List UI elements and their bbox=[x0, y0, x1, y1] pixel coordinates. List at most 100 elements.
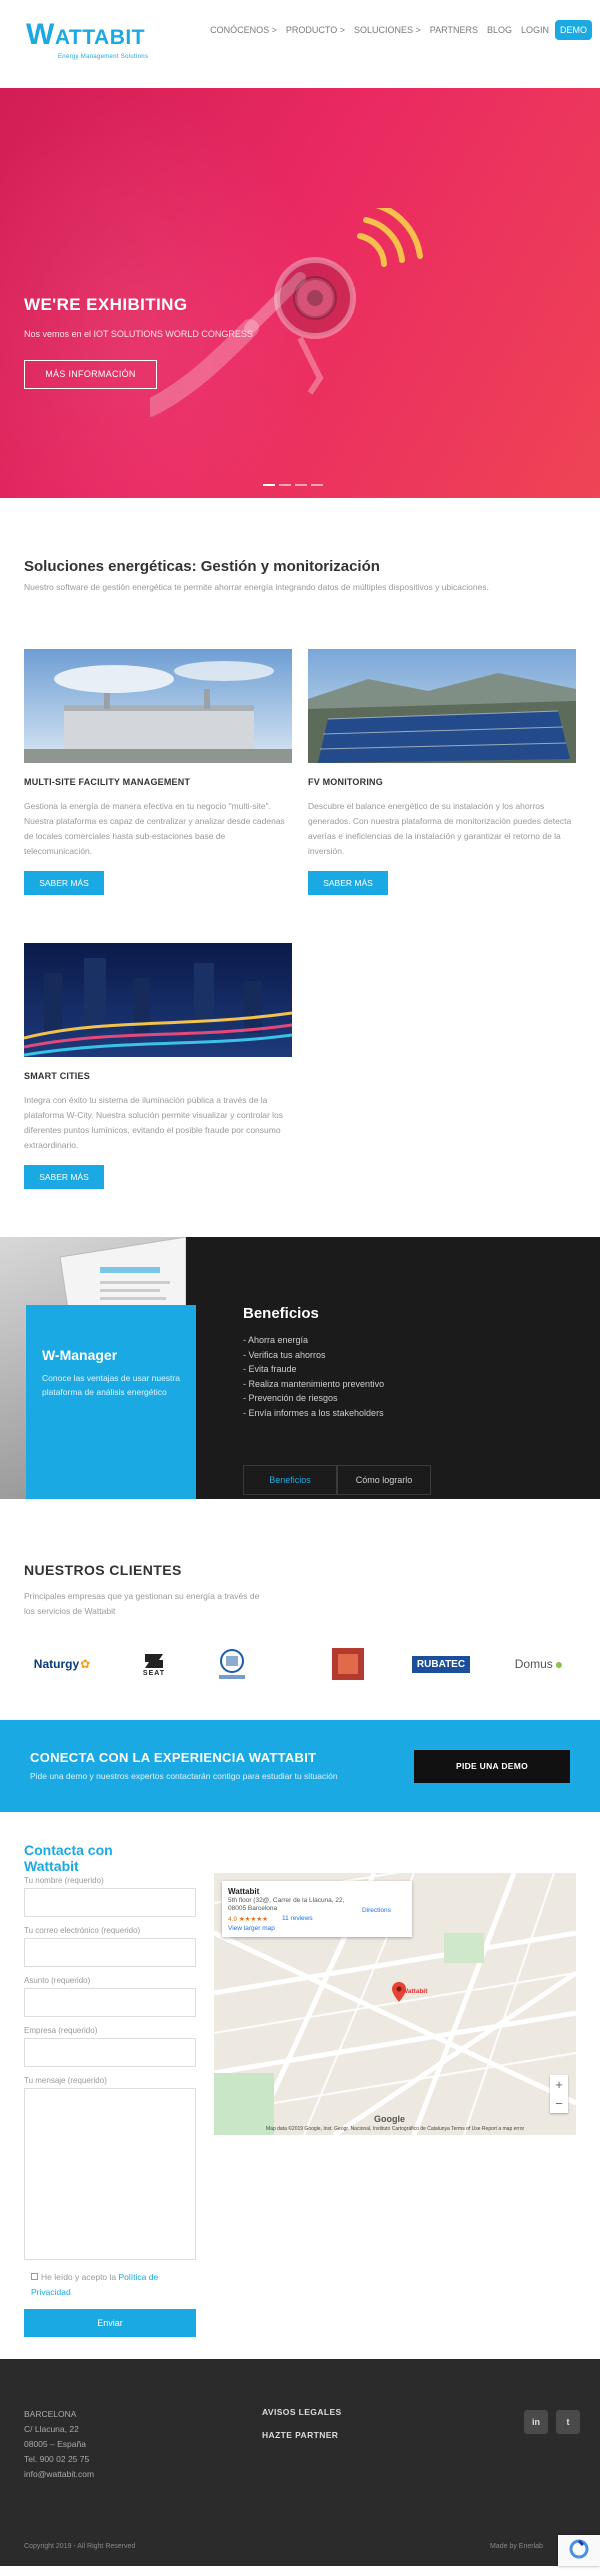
benefit-item: - Envía informes a los stakeholders bbox=[243, 1407, 384, 1418]
slider-dot-3[interactable] bbox=[295, 484, 307, 486]
slider-dots bbox=[263, 484, 327, 486]
nav-soluciones[interactable]: SOLUCIONES > bbox=[354, 25, 421, 35]
contact-title: Contacta con Wattabit bbox=[24, 1842, 113, 1874]
map-rating: 4.9 ★★★★★ bbox=[228, 1916, 268, 1923]
naturgy-leaf-icon: ✿ bbox=[80, 1657, 91, 1671]
made-by-text: Made by Enerlab bbox=[490, 2543, 543, 2550]
request-demo-button[interactable]: PIDE UNA DEMO bbox=[414, 1750, 570, 1783]
benefit-item: - Evita fraude bbox=[243, 1364, 297, 1374]
slider-dot-2[interactable] bbox=[279, 484, 291, 486]
solutions-title: Soluciones energéticas: Gestión y monito… bbox=[24, 558, 380, 575]
wattabit-logo[interactable]: WATTABIT Energy Management Solutions bbox=[26, 18, 148, 61]
logo-rest: ATTABIT bbox=[54, 26, 146, 49]
seat-logo: SEAT bbox=[130, 1644, 178, 1684]
hero-slider: WE'RE EXHIBITING Nos vemos en el IOT SOL… bbox=[0, 88, 600, 498]
zoom-in-button[interactable]: + bbox=[550, 2075, 568, 2094]
consent-text: He leído y acepto la bbox=[41, 2272, 117, 2282]
logo-initial: W bbox=[26, 18, 55, 51]
zoom-out-button[interactable]: − bbox=[550, 2094, 568, 2113]
wmanager-section: W-Manager Conoce las ventajas de usar nu… bbox=[0, 1237, 600, 1499]
smartcities-text: Integra con éxito tu sistema de iluminac… bbox=[24, 1095, 284, 1150]
footer-postcode: 08005 – España bbox=[24, 2439, 86, 2449]
clients-title: NUESTROS CLIENTES bbox=[24, 1562, 182, 1578]
tab-como-lograrlo[interactable]: Cómo lograrlo bbox=[337, 1465, 431, 1495]
smartcities-image bbox=[24, 943, 292, 1057]
wmanager-title: W-Manager bbox=[42, 1347, 118, 1363]
footer-address: BARCELONA C/ Llacuna, 22 08005 – España … bbox=[24, 2407, 94, 2482]
send-button[interactable]: Enviar bbox=[24, 2309, 196, 2337]
hero-subtitle: Nos vemos en el IOT SOLUTIONS WORLD CONG… bbox=[24, 329, 253, 339]
cta-title: CONECTA CON LA EXPERIENCIA WATTABIT bbox=[30, 1750, 317, 1765]
map-reviews-link[interactable]: 11 reviews bbox=[282, 1915, 313, 1922]
map-zoom-controls: + − bbox=[550, 2075, 568, 2113]
email-input[interactable] bbox=[24, 1938, 196, 1967]
recaptcha-badge[interactable] bbox=[558, 2535, 600, 2566]
domus-leaf-icon: ● bbox=[554, 1656, 564, 1672]
domus-logo: Domus ● bbox=[504, 1644, 574, 1684]
company-input[interactable] bbox=[24, 2038, 196, 2067]
red-emblem-logo bbox=[328, 1644, 368, 1684]
client-logos: Naturgy ✿ SEAT RUBATEC Domus ● bbox=[22, 1644, 582, 1684]
nav-partners[interactable]: PARTNERS bbox=[430, 25, 478, 35]
naturgy-logo-text: Naturgy bbox=[33, 1657, 80, 1671]
multisite-title: MULTI-SITE FACILITY MANAGEMENT bbox=[24, 777, 191, 787]
fv-text: Descubre el balance energético de su ins… bbox=[308, 801, 572, 856]
rubatec-logo: RUBATEC bbox=[410, 1644, 472, 1684]
google-logo: Google bbox=[374, 2114, 405, 2124]
map-place-name: Wattabit bbox=[228, 1887, 260, 1896]
nav-login[interactable]: LOGIN bbox=[521, 25, 549, 35]
nav-producto[interactable]: PRODUCTO > bbox=[286, 25, 345, 35]
wmanager-tabs: Beneficios Cómo lograrlo bbox=[243, 1465, 431, 1495]
slider-dot-1[interactable] bbox=[263, 484, 275, 486]
multisite-more-button[interactable]: SABER MÁS bbox=[24, 871, 104, 895]
nav-blog[interactable]: BLOG bbox=[487, 25, 512, 35]
tab-beneficios[interactable]: Beneficios bbox=[243, 1465, 337, 1495]
cta-text: Pide una demo y nuestros expertos contac… bbox=[30, 1771, 338, 1781]
email-label: Tu correo electrónico (requerido) bbox=[24, 1926, 141, 1935]
smartcities-more-button[interactable]: SABER MÁS bbox=[24, 1165, 104, 1189]
legal-notice-link[interactable]: AVISOS LEGALES bbox=[262, 2407, 342, 2417]
become-partner-link[interactable]: HAZTE PARTNER bbox=[262, 2430, 342, 2440]
footer-street: C/ Llacuna, 22 bbox=[24, 2424, 79, 2434]
google-map[interactable]: Wattabit 5th floor (32@, Carrer de la Ll… bbox=[214, 1873, 576, 2135]
rubatec-logo-text: RUBATEC bbox=[411, 1655, 471, 1673]
nav-conocenos[interactable]: CONÓCENOS > bbox=[210, 25, 277, 35]
clients-intro: Principales empresas que ya gestionan su… bbox=[24, 1591, 260, 1616]
demo-button[interactable]: DEMO bbox=[555, 20, 592, 40]
subject-input[interactable] bbox=[24, 1988, 196, 2017]
map-attribution: Map data ©2019 Google, Inst. Geogr. Naci… bbox=[266, 2126, 525, 2132]
solution-card-multisite: MULTI-SITE FACILITY MANAGEMENT Gestiona … bbox=[24, 649, 292, 895]
name-label: Tu nombre (requerido) bbox=[24, 1876, 104, 1885]
main-nav: CONÓCENOS > PRODUCTO > SOLUCIONES > PART… bbox=[201, 20, 592, 40]
benefit-item: - Ahorra energía bbox=[243, 1335, 309, 1345]
privacy-consent: He leído y acepto la Política de Privaci… bbox=[31, 2270, 191, 2300]
fv-more-button[interactable]: SABER MÁS bbox=[308, 871, 388, 895]
copyright-text: Copyright 2019 - All Right Reserved bbox=[24, 2543, 136, 2550]
footer-email[interactable]: info@wattabit.com bbox=[24, 2467, 94, 2482]
wmanager-text: Conoce las ventajas de usar nuestra plat… bbox=[42, 1373, 180, 1397]
twitter-icon[interactable]: t bbox=[556, 2410, 580, 2434]
slider-dot-4[interactable] bbox=[311, 484, 323, 486]
map-place-card: Wattabit 5th floor (32@, Carrer de la Ll… bbox=[222, 1881, 412, 1937]
view-larger-map-link[interactable]: View larger map bbox=[228, 1925, 275, 1932]
hero-more-info-button[interactable]: MÁS INFORMACIÓN bbox=[24, 360, 157, 389]
footer-links: AVISOS LEGALES HAZTE PARTNER bbox=[262, 2407, 342, 2453]
map-directions-link[interactable]: Directions bbox=[362, 1907, 391, 1914]
company-label: Empresa (requerido) bbox=[24, 2026, 98, 2035]
smartcities-title: SMART CITIES bbox=[24, 1071, 90, 1081]
name-input[interactable] bbox=[24, 1888, 196, 1917]
site-footer: BARCELONA C/ Llacuna, 22 08005 – España … bbox=[0, 2359, 600, 2566]
fv-image bbox=[308, 649, 576, 763]
map-place-address: 5th floor (32@, Carrer de la Llacuna, 22… bbox=[228, 1897, 345, 1912]
naturgy-logo: Naturgy ✿ bbox=[22, 1644, 102, 1684]
message-textarea[interactable] bbox=[24, 2088, 196, 2260]
seat-symbol-icon bbox=[145, 1653, 163, 1668]
multisite-text: Gestiona la energía de manera efectiva e… bbox=[24, 801, 285, 856]
domus-logo-text: Domus bbox=[514, 1657, 553, 1671]
seat-logo-text: SEAT bbox=[142, 1669, 166, 1677]
linkedin-icon[interactable]: in bbox=[524, 2410, 548, 2434]
benefits-list: - Ahorra energía - Verifica tus ahorros … bbox=[243, 1333, 384, 1420]
benefit-item: - Realiza mantenimiento preventivo bbox=[243, 1378, 385, 1389]
privacy-checkbox[interactable] bbox=[31, 2273, 38, 2280]
map-pin-label: Wattabit bbox=[402, 1988, 428, 1995]
